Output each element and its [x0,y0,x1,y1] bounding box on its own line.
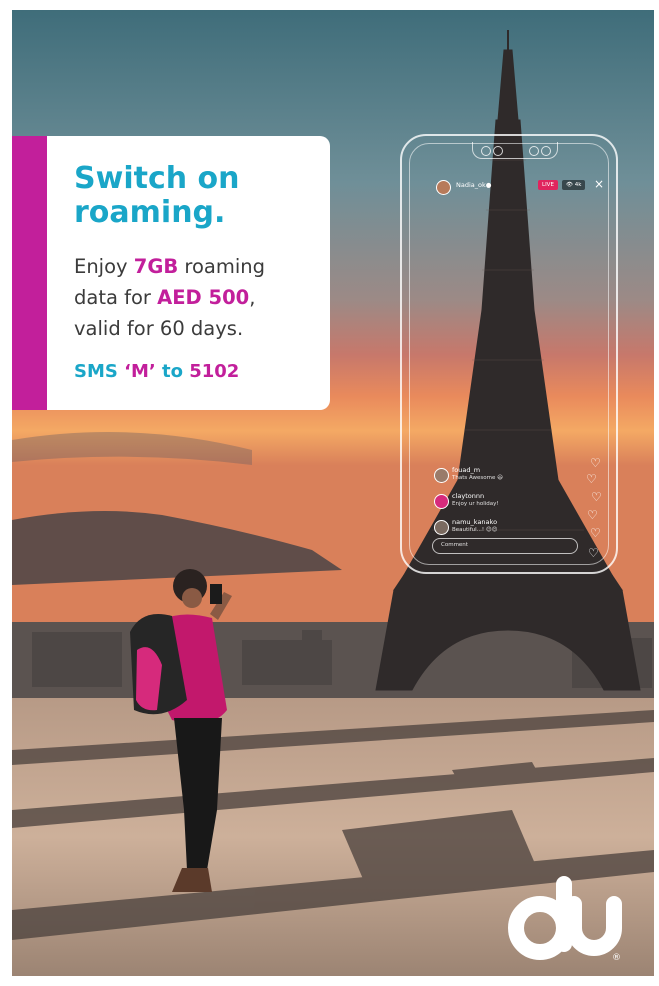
sms-prefix: SMS [74,361,125,382]
promo-card: Switch on roaming. Enjoy 7GB roaming dat… [12,136,330,410]
avatar [436,180,451,195]
heart-icon: ♡ [590,456,601,470]
camera-icon [493,146,503,156]
comment-item: claytonnn Enjoy ur holiday! [434,492,584,512]
comment-text: Beautiful...! 😊😊 [452,527,498,533]
live-badge: LIVE [538,180,558,190]
comment-user: claytonnn [452,492,485,500]
heart-icon: ♡ [588,546,599,560]
comment-user: namu_kanako [452,518,498,526]
comment-user: fouad_m [452,466,481,474]
du-logo: ® [508,876,622,962]
body-comma: , [249,286,256,309]
comment-text: Enjoy ur holiday! [452,501,499,507]
promo-body: Enjoy 7GB roaming data for AED 500, vali… [74,251,324,344]
heart-icon: ♡ [586,472,597,486]
headline-line-2: roaming. [74,195,226,230]
comment-item: namu_kanako Beautiful...! 😊😊 [434,518,584,538]
phone-outline: Nadia_ok● LIVE 👁 4k × fouad_m Thats Awes… [400,134,618,574]
sms-keyword: ‘M’ [124,361,156,382]
reaction-hearts: ♡ ♡ ♡ ♡ ♡ ♡ [586,456,604,566]
camera-icon [529,146,539,156]
body-roaming: roaming [178,255,266,278]
body-line-1: Enjoy 7GB roaming [74,251,324,282]
story-username: Nadia_ok● [456,181,492,189]
camera-icon [541,146,551,156]
promo-headline: Switch on roaming. [74,162,324,230]
avatar [434,494,449,509]
comment-item: fouad_m Thats Awesome 😃 [434,466,584,486]
promo-accent-bar [12,136,47,410]
heart-icon: ♡ [587,508,598,522]
heart-icon: ♡ [591,490,602,504]
sms-number: 5102 [189,361,240,382]
comment-input: Comment [432,538,578,554]
sms-instruction: SMS ‘M’ to 5102 [74,361,324,382]
live-story-header: Nadia_ok● LIVE 👁 4k × [436,177,606,196]
heart-icon: ♡ [590,526,601,540]
registered-mark: ® [612,953,621,962]
sms-to: to [155,361,190,382]
viewer-count: 👁 4k [562,180,586,190]
camera-icon [481,146,491,156]
avatar [434,468,449,483]
avatar [434,520,449,535]
body-data-for: data for [74,286,158,309]
ad-poster: Switch on roaming. Enjoy 7GB roaming dat… [12,10,654,976]
comment-text: Thats Awesome 😃 [452,475,503,481]
phone-screen: Nadia_ok● LIVE 👁 4k × fouad_m Thats Awes… [409,142,609,566]
body-enjoy: Enjoy [74,255,134,278]
comment-placeholder: Comment [441,542,468,548]
price: AED 500 [157,286,250,309]
close-icon: × [594,177,605,191]
body-line-2: data for AED 500, [74,282,324,313]
phone-notch [472,142,558,159]
headline-line-1: Switch on [74,161,240,196]
body-line-3: valid for 60 days. [74,317,244,340]
data-amount: 7GB [133,255,179,278]
